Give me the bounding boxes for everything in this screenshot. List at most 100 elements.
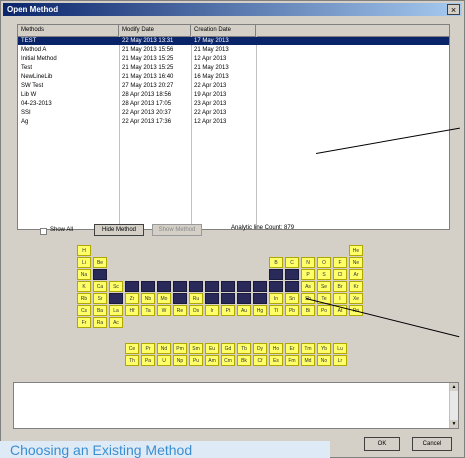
scroll-down-icon[interactable]: ▼: [450, 420, 458, 428]
element-er[interactable]: Er: [285, 343, 299, 354]
element-rh[interactable]: [205, 293, 219, 304]
element-nd[interactable]: Nd: [157, 343, 171, 354]
table-row[interactable]: Method A 21 May 2013 15:56 21 May 2013: [18, 46, 449, 54]
element-i[interactable]: I: [333, 293, 347, 304]
element-ga[interactable]: [269, 281, 283, 292]
element-ru[interactable]: Ru: [189, 293, 203, 304]
element-rb[interactable]: Rb: [77, 293, 91, 304]
element-lu[interactable]: Lu: [333, 343, 347, 354]
element-s[interactable]: S: [317, 269, 331, 280]
element-kr[interactable]: Kr: [349, 281, 363, 292]
table-row[interactable]: 04-23-2013 28 Apr 2013 17:05 23 Apr 2013: [18, 100, 449, 108]
table-row[interactable]: Lib W 28 Apr 2013 18:56 19 Apr 2013: [18, 91, 449, 99]
element-bk[interactable]: Bk: [237, 355, 251, 366]
element-au[interactable]: Au: [237, 305, 251, 316]
element-ra[interactable]: Ra: [93, 317, 107, 328]
element-pa[interactable]: Pa: [141, 355, 155, 366]
element-lr[interactable]: Lr: [333, 355, 347, 366]
element-y[interactable]: [109, 293, 123, 304]
element-gd[interactable]: Gd: [221, 343, 235, 354]
element-as[interactable]: As: [301, 281, 315, 292]
element-zn[interactable]: [253, 281, 267, 292]
element-sm[interactable]: Sm: [189, 343, 203, 354]
table-row[interactable]: SW Test 27 May 2013 20:27 22 Apr 2013: [18, 82, 449, 90]
element-sn[interactable]: Sn: [285, 293, 299, 304]
element-cr[interactable]: [157, 281, 171, 292]
cancel-button[interactable]: Cancel: [412, 437, 452, 451]
table-row[interactable]: SSI 22 Apr 2013 20:37 22 Apr 2013: [18, 109, 449, 117]
element-pb[interactable]: Pb: [285, 305, 299, 316]
element-si[interactable]: [285, 269, 299, 280]
element-n[interactable]: N: [301, 257, 315, 268]
element-dy[interactable]: Dy: [253, 343, 267, 354]
element-pu[interactable]: Pu: [189, 355, 203, 366]
element-cm[interactable]: Cm: [221, 355, 235, 366]
element-xe[interactable]: Xe: [349, 293, 363, 304]
element-c[interactable]: C: [285, 257, 299, 268]
element-am[interactable]: Am: [205, 355, 219, 366]
element-tb[interactable]: Tb: [237, 343, 251, 354]
element-ta[interactable]: Ta: [141, 305, 155, 316]
table-row[interactable]: Initial Method 21 May 2013 15:25 12 Apr 20…: [18, 55, 449, 63]
element-mo[interactable]: Mo: [157, 293, 171, 304]
element-li[interactable]: Li: [77, 257, 91, 268]
element-ge[interactable]: [285, 281, 299, 292]
element-re[interactable]: Re: [173, 305, 187, 316]
element-fm[interactable]: Fm: [285, 355, 299, 366]
element-o[interactable]: O: [317, 257, 331, 268]
column-header-modify-date[interactable]: Modify Date: [119, 25, 191, 36]
element-ca[interactable]: Ca: [93, 281, 107, 292]
element-ho[interactable]: Ho: [269, 343, 283, 354]
element-no[interactable]: No: [317, 355, 331, 366]
ok-button[interactable]: OK: [364, 437, 400, 451]
element-la[interactable]: La: [109, 305, 123, 316]
element-h[interactable]: H: [77, 245, 91, 256]
message-scrollbar[interactable]: ▲ ▼: [449, 383, 458, 428]
show-all-checkbox[interactable]: [40, 228, 47, 235]
element-u[interactable]: U: [157, 355, 171, 366]
element-tm[interactable]: Tm: [301, 343, 315, 354]
element-zr[interactable]: Zr: [125, 293, 139, 304]
element-se[interactable]: Se: [317, 281, 331, 292]
element-tc[interactable]: [173, 293, 187, 304]
element-ba[interactable]: Ba: [93, 305, 107, 316]
element-co[interactable]: [205, 281, 219, 292]
table-row[interactable]: NewLineLib 21 May 2013 16:40 16 May 2013: [18, 73, 449, 81]
scroll-up-icon[interactable]: ▲: [450, 383, 458, 391]
element-p[interactable]: P: [301, 269, 315, 280]
element-be[interactable]: Be: [93, 257, 107, 268]
element-th[interactable]: Th: [125, 355, 139, 366]
element-mn[interactable]: [173, 281, 187, 292]
element-os[interactable]: Os: [189, 305, 203, 316]
element-b[interactable]: B: [269, 257, 283, 268]
element-ne[interactable]: Ne: [349, 257, 363, 268]
element-bi[interactable]: Bi: [301, 305, 315, 316]
element-v[interactable]: [141, 281, 155, 292]
element-w[interactable]: W: [157, 305, 171, 316]
element-np[interactable]: Np: [173, 355, 187, 366]
element-nb[interactable]: Nb: [141, 293, 155, 304]
element-ag[interactable]: [237, 293, 251, 304]
element-pr[interactable]: Pr: [141, 343, 155, 354]
element-ni[interactable]: [221, 281, 235, 292]
element-k[interactable]: K: [77, 281, 91, 292]
element-cd[interactable]: [253, 293, 267, 304]
methods-list[interactable]: Methods Modify Date Creation Date TEST 22…: [17, 24, 450, 230]
element-ac[interactable]: Ac: [109, 317, 123, 328]
element-pt[interactable]: Pt: [221, 305, 235, 316]
element-he[interactable]: He: [349, 245, 363, 256]
element-pd[interactable]: [221, 293, 235, 304]
element-ir[interactable]: Ir: [205, 305, 219, 316]
element-in[interactable]: In: [269, 293, 283, 304]
column-header-methods[interactable]: Methods: [18, 25, 119, 36]
element-hg[interactable]: Hg: [253, 305, 267, 316]
close-button[interactable]: ×: [447, 4, 460, 15]
element-md[interactable]: Md: [301, 355, 315, 366]
element-br[interactable]: Br: [333, 281, 347, 292]
element-eu[interactable]: Eu: [205, 343, 219, 354]
show-method-button[interactable]: Show Method: [152, 224, 202, 236]
element-ce[interactable]: Ce: [125, 343, 139, 354]
element-fe[interactable]: [189, 281, 203, 292]
element-es[interactable]: Es: [269, 355, 283, 366]
column-header-creation-date[interactable]: Creation Date: [191, 25, 256, 36]
